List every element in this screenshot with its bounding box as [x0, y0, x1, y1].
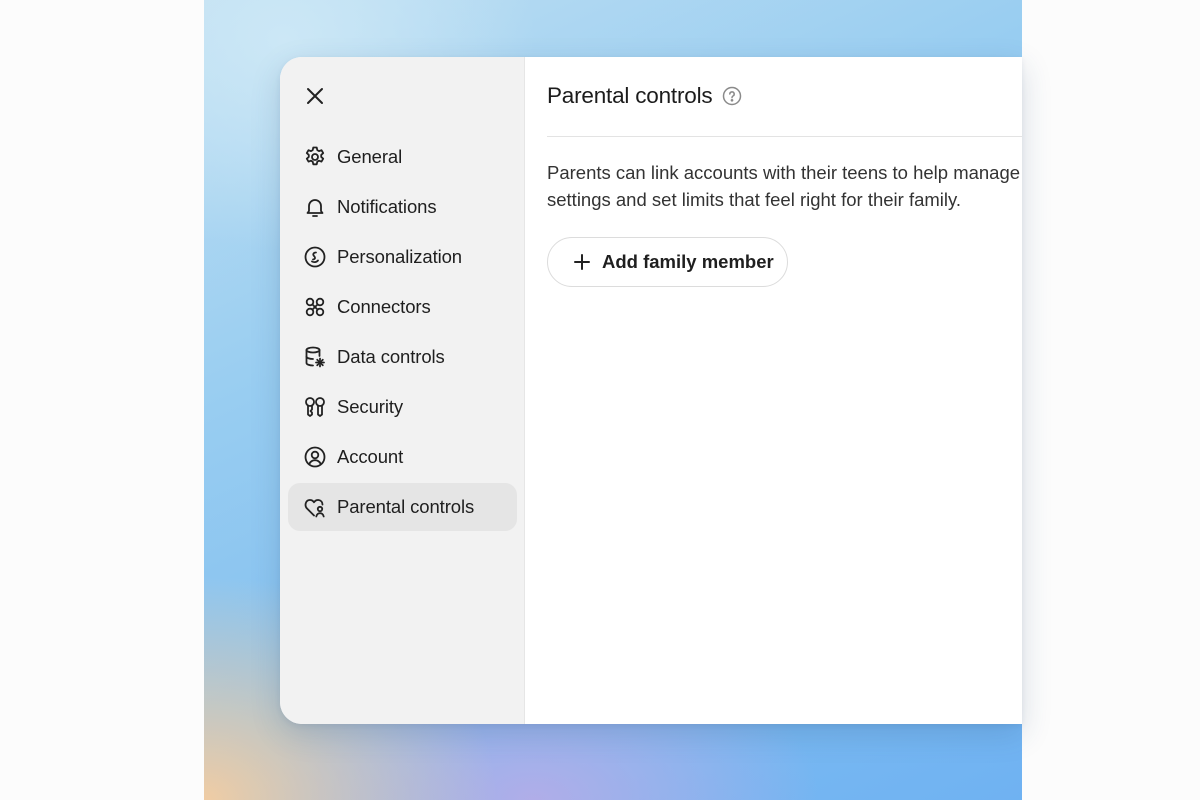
sidebar-item-label: Data controls [337, 346, 445, 367]
sidebar-item-parental-controls[interactable]: Parental controls [288, 483, 517, 531]
database-gear-icon [302, 344, 328, 370]
add-family-member-label: Add family member [602, 251, 774, 272]
sidebar-item-label: Security [337, 396, 404, 417]
plus-icon [572, 252, 592, 272]
sidebar-item-data-controls[interactable]: Data controls [288, 333, 517, 381]
settings-content: Parental controls Parents can link accou… [525, 57, 1022, 724]
sidebar-item-personalization[interactable]: Personalization [288, 233, 517, 281]
page-header: Parental controls [547, 81, 742, 111]
sidebar-item-label: General [337, 146, 403, 167]
add-family-member-button[interactable]: Add family member [547, 237, 788, 287]
sidebar-item-security[interactable]: Security [288, 383, 517, 431]
description-line: settings and set limits that feel right … [547, 189, 962, 210]
parental-controls-description: Parents can link accounts with their tee… [547, 159, 1022, 213]
sidebar-item-account[interactable]: Account [288, 433, 517, 481]
settings-window: General Notifications Personalization Co… [280, 57, 1022, 724]
gear-icon [302, 144, 328, 170]
close-button[interactable] [302, 83, 328, 109]
question-circle-icon [723, 86, 742, 106]
smiley-circle-icon [302, 244, 328, 270]
key-icon [302, 394, 328, 420]
settings-nav: General Notifications Personalization Co… [288, 133, 517, 533]
screen: General Notifications Personalization Co… [0, 0, 1200, 800]
sidebar-item-connectors[interactable]: Connectors [288, 283, 517, 331]
close-icon [307, 88, 323, 104]
sidebar-item-label: Parental controls [337, 496, 475, 517]
bell-icon [302, 194, 328, 220]
description-line: Parents can link accounts with their tee… [547, 162, 1022, 183]
header-divider [547, 136, 1022, 137]
page-title: Parental controls [547, 83, 713, 108]
sidebar-item-general[interactable]: General [288, 133, 517, 181]
sidebar-item-label: Connectors [337, 296, 431, 317]
command-icon [302, 294, 328, 320]
sidebar-item-label: Personalization [337, 246, 462, 267]
help-button[interactable] [722, 86, 742, 106]
sidebar-item-label: Notifications [337, 196, 437, 217]
settings-sidebar: General Notifications Personalization Co… [280, 57, 525, 724]
sidebar-item-notifications[interactable]: Notifications [288, 183, 517, 231]
user-circle-icon [302, 444, 328, 470]
heart-person-icon [302, 494, 328, 520]
sidebar-item-label: Account [337, 446, 404, 467]
